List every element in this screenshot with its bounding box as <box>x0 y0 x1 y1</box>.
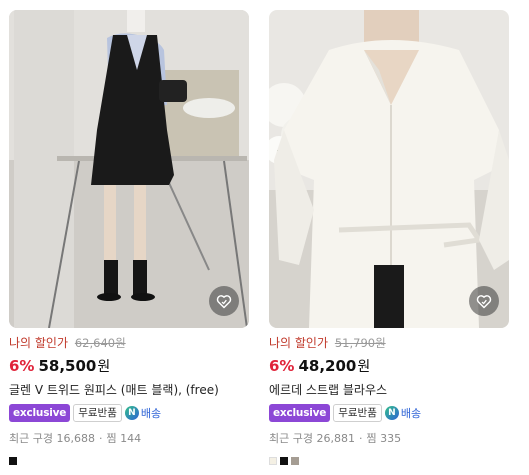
price-row: 6% 48,200원 <box>269 357 509 376</box>
product-photo-illustration <box>9 10 249 328</box>
heart-icon <box>216 294 232 308</box>
currency-unit: 원 <box>97 359 111 375</box>
member-discount-label: 나의 할인가 <box>9 336 69 350</box>
wish-label: 찜 <box>106 432 117 445</box>
shipping-badge: N 배송 <box>124 405 162 421</box>
recent-views-count: 26,881 <box>316 432 355 445</box>
product-card[interactable]: 나의 할인가 51,790원 6% 48,200원 에르데 스트랩 블라우스 ex… <box>269 10 509 465</box>
color-swatch-black <box>280 457 288 465</box>
free-return-badge: 무료반품 <box>333 404 382 422</box>
badge-row: exclusive 무료반품 N 배송 <box>269 404 509 422</box>
delivery-icon: N <box>124 406 139 420</box>
color-swatches <box>269 457 509 465</box>
member-discount-label: 나의 할인가 <box>269 336 329 350</box>
separator: · <box>98 432 103 445</box>
product-card[interactable]: 나의 할인가 62,640원 6% 58,500원 글렌 V 트위드 원피스 (매… <box>9 10 249 465</box>
product-image[interactable] <box>9 10 249 328</box>
color-swatch-black <box>9 457 17 465</box>
wishlist-button[interactable] <box>469 286 499 316</box>
color-swatch-ivory <box>269 457 277 465</box>
recent-views-count: 16,688 <box>56 432 95 445</box>
member-price-row: 나의 할인가 62,640원 <box>9 335 249 351</box>
separator: · <box>358 432 363 445</box>
shipping-label: 배송 <box>140 407 162 420</box>
original-price: 62,640원 <box>74 336 126 350</box>
color-swatches <box>9 457 249 465</box>
view-stats: 최근 구경 16,688 · 찜 144 <box>9 432 249 446</box>
recent-views-label: 최근 구경 <box>9 432 53 445</box>
recent-views-label: 최근 구경 <box>269 432 313 445</box>
shipping-label: 배송 <box>400 407 422 420</box>
product-name[interactable]: 에르데 스트랩 블라우스 <box>269 382 509 398</box>
sale-price: 58,500 <box>38 357 97 375</box>
shipping-badge: N 배송 <box>384 405 422 421</box>
original-price: 51,790원 <box>334 336 386 350</box>
exclusive-badge: exclusive <box>269 404 331 422</box>
discount-percent: 6% <box>269 357 295 375</box>
wishlist-button[interactable] <box>209 286 239 316</box>
free-return-badge: 무료반품 <box>73 404 122 422</box>
product-photo-illustration <box>269 10 509 328</box>
view-stats: 최근 구경 26,881 · 찜 335 <box>269 432 509 446</box>
color-swatch-taupe <box>291 457 299 465</box>
product-image[interactable] <box>269 10 509 328</box>
discount-percent: 6% <box>9 357 35 375</box>
sale-price: 48,200 <box>298 357 357 375</box>
heart-icon <box>476 294 492 308</box>
wish-count: 144 <box>120 432 142 445</box>
badge-row: exclusive 무료반품 N 배송 <box>9 404 249 422</box>
currency-unit: 원 <box>357 359 371 375</box>
member-price-row: 나의 할인가 51,790원 <box>269 335 509 351</box>
delivery-icon: N <box>384 406 399 420</box>
product-name[interactable]: 글렌 V 트위드 원피스 (매트 블랙), (free) <box>9 382 249 398</box>
wish-count: 335 <box>380 432 402 445</box>
wish-label: 찜 <box>366 432 377 445</box>
price-row: 6% 58,500원 <box>9 357 249 376</box>
exclusive-badge: exclusive <box>9 404 71 422</box>
